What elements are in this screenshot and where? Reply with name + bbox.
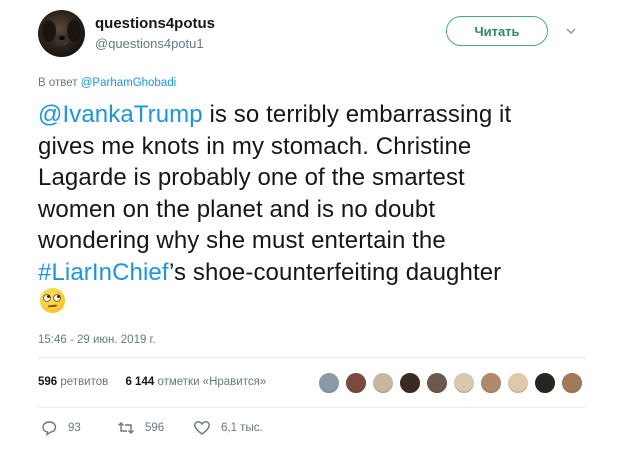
tweet-line: Lagarde is probably one of the smartest bbox=[38, 164, 465, 191]
like-button[interactable]: 6,1 тыс. bbox=[193, 420, 263, 436]
liker-avatar[interactable] bbox=[561, 372, 583, 394]
tweet-text: @IvankaTrump is so terribly embarrassing… bbox=[38, 99, 598, 288]
tweet-line: gives me knots in my stomach. Christine bbox=[38, 132, 472, 160]
reply-context: В ответ @ParhamGhobadi bbox=[38, 77, 176, 89]
emoji-mouth bbox=[47, 304, 58, 308]
like-count: 6,1 тыс. bbox=[221, 422, 263, 434]
liker-avatar[interactable] bbox=[399, 372, 421, 394]
tweet-stats: 596 ретвитов 6 144 отметки «Нравится» bbox=[38, 376, 266, 388]
hashtag-link[interactable]: #LiarInChief bbox=[38, 259, 169, 286]
liker-avatar[interactable] bbox=[480, 372, 502, 394]
retweet-button[interactable]: 596 bbox=[117, 420, 164, 436]
likes-label[interactable]: отметки «Нравится» bbox=[157, 376, 266, 388]
tweet-line: @IvankaTrump is so terribly embarrassing… bbox=[38, 99, 598, 131]
liker-avatar[interactable] bbox=[426, 372, 448, 394]
reply-prefix: В ответ bbox=[38, 77, 78, 89]
liker-avatar[interactable] bbox=[453, 372, 475, 394]
divider bbox=[38, 407, 586, 408]
chevron-down-icon[interactable] bbox=[566, 26, 576, 36]
reply-target-link[interactable]: @ParhamGhobadi bbox=[81, 77, 176, 89]
reply-count: 93 bbox=[68, 422, 81, 434]
rolling-eyes-emoji-icon bbox=[40, 288, 65, 313]
mention-link[interactable]: @IvankaTrump bbox=[38, 101, 203, 128]
liker-avatar[interactable] bbox=[372, 372, 394, 394]
user-handle[interactable]: @questions4potu1 bbox=[95, 36, 204, 51]
likes-count[interactable]: 6 144 bbox=[125, 376, 154, 388]
reply-icon bbox=[42, 421, 57, 436]
liker-avatar[interactable] bbox=[534, 372, 556, 394]
emoji-eye-left bbox=[43, 294, 51, 302]
retweet-count: 596 bbox=[145, 422, 165, 434]
tweet-line-text: is so terribly embarrassing it bbox=[202, 101, 512, 128]
emoji-eye-right bbox=[53, 294, 61, 302]
heart-icon bbox=[194, 421, 210, 435]
avatar-nose bbox=[59, 36, 65, 40]
tweet-line: #LiarInChief’s shoe-counterfeiting daugh… bbox=[38, 257, 598, 289]
divider bbox=[38, 357, 586, 358]
liker-avatar[interactable] bbox=[318, 372, 340, 394]
retweets-label[interactable]: ретвитов bbox=[60, 376, 108, 388]
avatar-ear-left bbox=[42, 20, 56, 42]
liker-avatar[interactable] bbox=[345, 372, 367, 394]
retweet-icon bbox=[118, 422, 134, 434]
liker-avatar[interactable] bbox=[507, 372, 529, 394]
tweet-line: wondering why she must entertain the bbox=[38, 227, 446, 254]
tweet-timestamp[interactable]: 15:46 - 29 июн. 2019 г. bbox=[38, 334, 156, 346]
avatar-ear-right bbox=[67, 20, 81, 42]
retweets-count[interactable]: 596 bbox=[38, 376, 57, 388]
tweet-line-text: ’s shoe-counterfeiting daughter bbox=[169, 258, 502, 286]
reply-button[interactable]: 93 bbox=[40, 420, 81, 436]
user-display-name[interactable]: questions4potus bbox=[95, 15, 215, 32]
tweet-line: women on the planet and is no doubt bbox=[38, 195, 436, 223]
user-avatar[interactable] bbox=[38, 10, 85, 57]
follow-button[interactable]: Читать bbox=[446, 16, 548, 46]
